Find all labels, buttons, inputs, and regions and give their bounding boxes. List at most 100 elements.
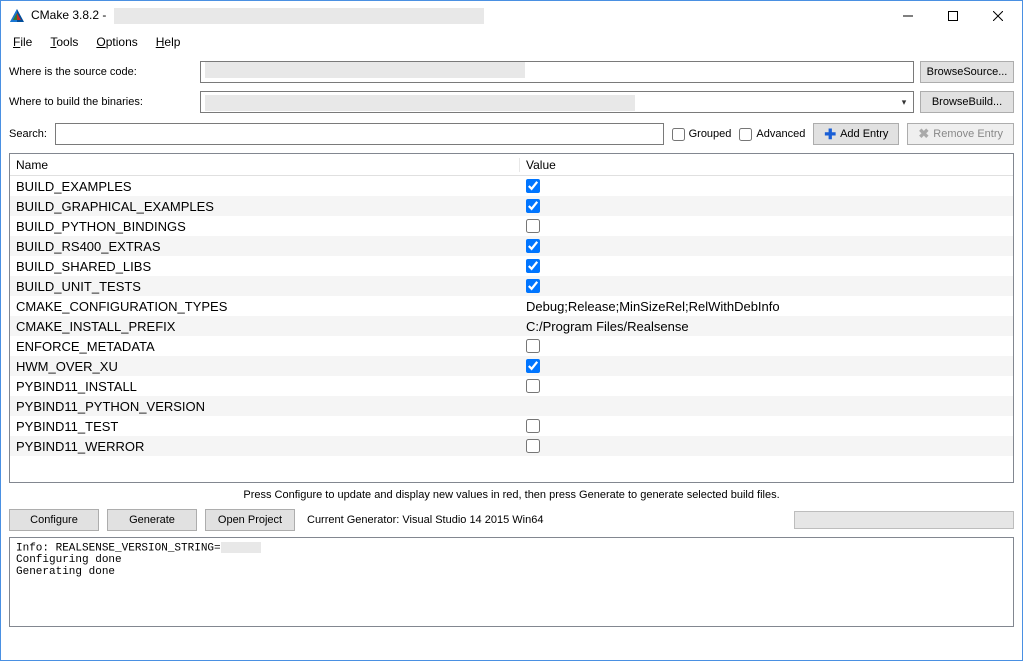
- grouped-checkbox-input[interactable]: [672, 128, 685, 141]
- table-row[interactable]: CMAKE_CONFIGURATION_TYPESDebug;Release;M…: [10, 296, 1013, 316]
- value-checkbox[interactable]: [526, 439, 540, 453]
- table-row[interactable]: BUILD_UNIT_TESTS: [10, 276, 1013, 296]
- value-checkbox[interactable]: [526, 199, 540, 213]
- value-checkbox[interactable]: [526, 279, 540, 293]
- header-value[interactable]: Value: [520, 158, 1013, 172]
- cell-value[interactable]: [520, 259, 1013, 273]
- menubar: File Tools Options Help: [1, 31, 1022, 53]
- menu-help[interactable]: Help: [148, 33, 189, 51]
- cell-name: PYBIND11_INSTALL: [10, 379, 520, 394]
- grouped-label: Grouped: [689, 128, 732, 140]
- cell-name: ENFORCE_METADATA: [10, 339, 520, 354]
- cell-value[interactable]: [520, 379, 1013, 393]
- add-entry-button[interactable]: ✚ Add Entry: [813, 123, 899, 145]
- cell-name: HWM_OVER_XU: [10, 359, 520, 374]
- remove-entry-button: ✖ Remove Entry: [907, 123, 1014, 145]
- close-icon: [993, 11, 1003, 21]
- browse-source-button[interactable]: Browse Source...: [920, 61, 1014, 83]
- minimize-button[interactable]: [885, 1, 930, 31]
- cell-name: BUILD_RS400_EXTRAS: [10, 239, 520, 254]
- cell-value[interactable]: [520, 439, 1013, 453]
- value-checkbox[interactable]: [526, 379, 540, 393]
- table-row[interactable]: PYBIND11_TEST: [10, 416, 1013, 436]
- search-label: Search:: [9, 128, 47, 140]
- cell-value[interactable]: [520, 419, 1013, 433]
- configure-button[interactable]: Configure: [9, 509, 99, 531]
- window-title: CMake 3.8.2 -: [31, 8, 484, 24]
- build-input[interactable]: ▾: [200, 91, 914, 113]
- table-row[interactable]: PYBIND11_PYTHON_VERSION: [10, 396, 1013, 416]
- table-row[interactable]: BUILD_EXAMPLES: [10, 176, 1013, 196]
- source-path-row: Where is the source code: Browse Source.…: [1, 53, 1022, 83]
- menu-file[interactable]: File: [5, 33, 40, 51]
- search-row: Search: Grouped Advanced ✚ Add Entry ✖ R…: [1, 113, 1022, 151]
- grouped-checkbox[interactable]: Grouped: [672, 128, 732, 141]
- cell-value[interactable]: [520, 219, 1013, 233]
- build-label: Where to build the binaries:: [9, 96, 194, 108]
- cell-name: PYBIND11_TEST: [10, 419, 520, 434]
- value-checkbox[interactable]: [526, 239, 540, 253]
- app-icon: [9, 8, 25, 24]
- progress-bar: [794, 511, 1014, 529]
- close-button[interactable]: [975, 1, 1020, 31]
- table-row[interactable]: BUILD_GRAPHICAL_EXAMPLES: [10, 196, 1013, 216]
- cell-value[interactable]: [520, 339, 1013, 353]
- cell-name: BUILD_EXAMPLES: [10, 179, 520, 194]
- cell-value[interactable]: [520, 359, 1013, 373]
- table-body: BUILD_EXAMPLES BUILD_GRAPHICAL_EXAMPLES BU…: [10, 176, 1013, 456]
- config-table[interactable]: Name Value BUILD_EXAMPLES BUILD_GRAPHICAL…: [9, 153, 1014, 483]
- table-row[interactable]: BUILD_PYTHON_BINDINGS: [10, 216, 1013, 236]
- open-project-button[interactable]: Open Project: [205, 509, 295, 531]
- value-checkbox[interactable]: [526, 419, 540, 433]
- header-name[interactable]: Name: [10, 158, 520, 172]
- cell-name: CMAKE_INSTALL_PREFIX: [10, 319, 520, 334]
- plus-icon: ✚: [824, 126, 836, 143]
- table-row[interactable]: CMAKE_INSTALL_PREFIXC:/Program Files/Rea…: [10, 316, 1013, 336]
- cell-value[interactable]: C:/Program Files/Realsense: [520, 319, 1013, 334]
- table-row[interactable]: BUILD_SHARED_LIBS: [10, 256, 1013, 276]
- x-icon: ✖: [918, 126, 929, 142]
- table-row[interactable]: PYBIND11_INSTALL: [10, 376, 1013, 396]
- search-input[interactable]: [55, 123, 664, 145]
- advanced-label: Advanced: [756, 128, 805, 140]
- value-checkbox[interactable]: [526, 359, 540, 373]
- value-checkbox[interactable]: [526, 259, 540, 273]
- output-log[interactable]: Info: REALSENSE_VERSION_STRING= Configur…: [9, 537, 1014, 627]
- generator-label: Current Generator: Visual Studio 14 2015…: [307, 514, 543, 526]
- browse-build-button[interactable]: Browse Build...: [920, 91, 1014, 113]
- value-checkbox[interactable]: [526, 219, 540, 233]
- cell-name: BUILD_UNIT_TESTS: [10, 279, 520, 294]
- hint-text: Press Configure to update and display ne…: [1, 483, 1022, 509]
- cell-name: CMAKE_CONFIGURATION_TYPES: [10, 299, 520, 314]
- cell-name: BUILD_PYTHON_BINDINGS: [10, 219, 520, 234]
- maximize-icon: [948, 11, 958, 21]
- table-row[interactable]: ENFORCE_METADATA: [10, 336, 1013, 356]
- build-path-row: Where to build the binaries: ▾ Browse Bu…: [1, 83, 1022, 113]
- minimize-icon: [903, 11, 913, 21]
- titlebar: CMake 3.8.2 -: [1, 1, 1022, 31]
- value-checkbox[interactable]: [526, 339, 540, 353]
- table-row[interactable]: PYBIND11_WERROR: [10, 436, 1013, 456]
- menu-tools[interactable]: Tools: [42, 33, 86, 51]
- advanced-checkbox[interactable]: Advanced: [739, 128, 805, 141]
- cell-value[interactable]: [520, 279, 1013, 293]
- cell-value[interactable]: [520, 179, 1013, 193]
- cell-value[interactable]: [520, 239, 1013, 253]
- menu-options[interactable]: Options: [88, 33, 145, 51]
- table-header: Name Value: [10, 154, 1013, 176]
- cell-value[interactable]: [520, 199, 1013, 213]
- cell-value[interactable]: Debug;Release;MinSizeRel;RelWithDebInfo: [520, 299, 1013, 314]
- source-input[interactable]: [200, 61, 914, 83]
- action-row: Configure Generate Open Project Current …: [1, 509, 1022, 537]
- advanced-checkbox-input[interactable]: [739, 128, 752, 141]
- maximize-button[interactable]: [930, 1, 975, 31]
- cell-name: PYBIND11_WERROR: [10, 439, 520, 454]
- table-row[interactable]: BUILD_RS400_EXTRAS: [10, 236, 1013, 256]
- table-row[interactable]: HWM_OVER_XU: [10, 356, 1013, 376]
- generate-button[interactable]: Generate: [107, 509, 197, 531]
- chevron-down-icon[interactable]: ▾: [895, 92, 913, 112]
- cell-name: BUILD_GRAPHICAL_EXAMPLES: [10, 199, 520, 214]
- cell-name: BUILD_SHARED_LIBS: [10, 259, 520, 274]
- value-checkbox[interactable]: [526, 179, 540, 193]
- cell-name: PYBIND11_PYTHON_VERSION: [10, 399, 520, 414]
